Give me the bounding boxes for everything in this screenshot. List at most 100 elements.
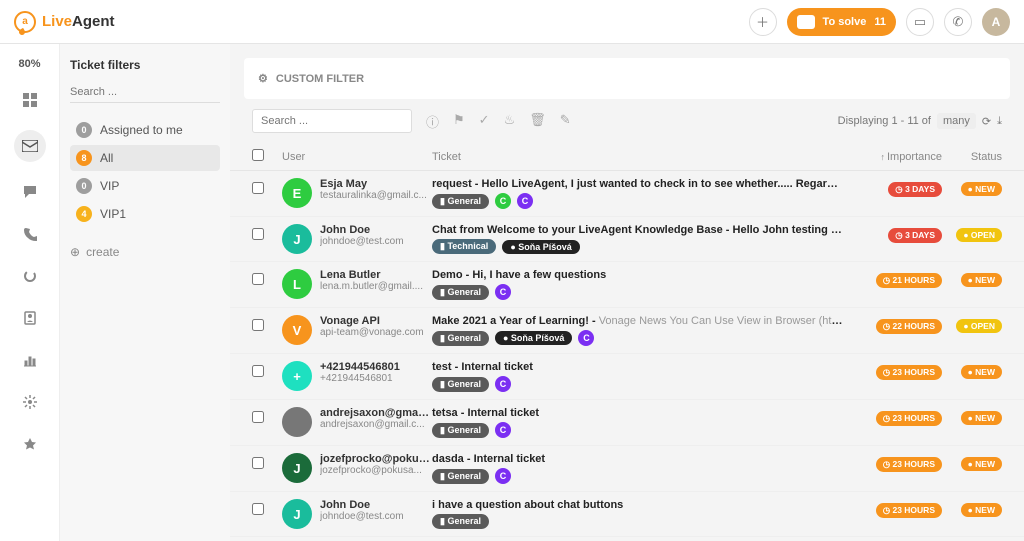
ticket-user-email: api-team@vonage.com xyxy=(320,327,432,338)
ticket-user-email: +421944546801 xyxy=(320,373,432,384)
ticket-subject: dasda - Internal ticket xyxy=(432,453,844,465)
filter-item[interactable]: 0Assigned to me xyxy=(70,117,220,143)
ticket-user-email: andrejsaxon@gmail.c... xyxy=(320,419,432,430)
status-pill: ● NEW xyxy=(961,182,1002,196)
wand-icon[interactable]: ✎ xyxy=(560,112,571,131)
logo[interactable]: a LiveAgent xyxy=(14,11,115,33)
row-checkbox[interactable] xyxy=(252,273,264,285)
row-checkbox[interactable] xyxy=(252,503,264,515)
row-checkbox[interactable] xyxy=(252,457,264,469)
ticket-filters-panel: Ticket filters 0Assigned to me8All0VIP4V… xyxy=(60,44,230,541)
mini-badge: C xyxy=(495,284,511,300)
call-button[interactable]: ✆ xyxy=(944,8,972,36)
settings-icon[interactable] xyxy=(18,390,42,414)
dept-tag: ▮ Technical xyxy=(432,239,496,254)
export-icon[interactable]: ⤓ xyxy=(997,115,1002,128)
ticket-row[interactable]: L Lena Butler lena.m.butler@gmail.... De… xyxy=(230,262,1024,308)
chats-icon[interactable] xyxy=(18,180,42,204)
importance-pill: ◷ 23 HOURS xyxy=(876,503,942,518)
create-filter[interactable]: ⊕ create xyxy=(70,245,220,259)
filters-search-input[interactable] xyxy=(70,82,220,103)
to-solve-count: 11 xyxy=(874,16,886,28)
to-solve-button[interactable]: To solve 11 xyxy=(787,8,896,36)
ticket-subject: Demo - Hi, I have a few questions xyxy=(432,269,844,281)
ticket-row[interactable]: J jozefprocko@pokusa... jozefprocko@poku… xyxy=(230,446,1024,492)
topbar: a LiveAgent ＋ To solve 11 ▭ ✆ A xyxy=(0,0,1024,44)
filter-label: All xyxy=(100,151,113,165)
ticket-avatar xyxy=(282,407,312,437)
filter-item[interactable]: 0 VIP xyxy=(70,173,220,199)
refresh-icon[interactable]: ⟳ xyxy=(982,115,991,128)
ticket-row[interactable]: J John Snow test.luongova@gmail.... Call… xyxy=(230,537,1024,541)
check-icon[interactable]: ✓ xyxy=(479,112,490,131)
filter-count-badge: 8 xyxy=(76,150,92,166)
status-pill: ● NEW xyxy=(961,503,1002,517)
dept-tag: ▮ General xyxy=(432,377,489,392)
select-all-checkbox[interactable] xyxy=(252,149,264,161)
ticket-user-name: John Doe xyxy=(320,224,432,236)
reports-icon[interactable] xyxy=(18,348,42,372)
status-pill: ● OPEN xyxy=(956,319,1002,333)
row-checkbox[interactable] xyxy=(252,411,264,423)
chat-button[interactable]: ▭ xyxy=(906,8,934,36)
flag-icon[interactable]: ⚑ xyxy=(453,112,465,131)
dept-tag: ▮ General xyxy=(432,285,489,300)
row-checkbox[interactable] xyxy=(252,182,264,194)
rail-percent: 80% xyxy=(18,58,40,70)
ticket-row[interactable]: J John Doe johndoe@test.com i have a que… xyxy=(230,492,1024,537)
displaying-total: many xyxy=(937,113,976,129)
filter-count-badge: 0 xyxy=(76,178,92,194)
col-user[interactable]: User xyxy=(282,151,432,163)
ticket-tags: ▮ GeneralC xyxy=(432,422,844,438)
importance-pill: ◷ 22 HOURS xyxy=(876,319,942,334)
brand-part2: Agent xyxy=(72,13,115,30)
ticket-subject: i have a question about chat buttons xyxy=(432,499,844,511)
ticket-user-email: johndoe@test.com xyxy=(320,236,432,247)
ticket-row[interactable]: andrejsaxon@gmail.c... andrejsaxon@gmail… xyxy=(230,400,1024,446)
ticket-tags: ▮ General● Soňa PíšováC xyxy=(432,330,844,346)
ticket-user-name: +421944546801 xyxy=(320,361,432,373)
col-importance[interactable]: ↑Importance xyxy=(852,151,942,163)
flame-icon[interactable]: ♨ xyxy=(504,112,516,131)
ticket-avatar: E xyxy=(282,178,312,208)
ticket-avatar: J xyxy=(282,224,312,254)
ticket-row[interactable]: V Vonage API api-team@vonage.com Make 20… xyxy=(230,308,1024,354)
filter-label: VIP xyxy=(100,179,119,193)
custom-filter-label: CUSTOM FILTER xyxy=(276,73,364,85)
ticket-subject: Chat from Welcome to your LiveAgent Know… xyxy=(432,224,844,236)
dept-tag: ▮ General xyxy=(432,194,489,209)
filter-item[interactable]: 4VIP1 xyxy=(70,201,220,227)
ticket-user-email: jozefprocko@pokusa... xyxy=(320,465,432,476)
dashboard-icon[interactable] xyxy=(18,88,42,112)
ticket-avatar: J xyxy=(282,453,312,483)
calls-icon[interactable] xyxy=(18,222,42,246)
ticket-row[interactable]: E Esja May testauralinka@gmail.c... requ… xyxy=(230,171,1024,217)
search-input[interactable] xyxy=(252,109,412,133)
table-header: User Ticket ↑Importance Status xyxy=(230,143,1024,171)
contacts-icon[interactable] xyxy=(18,306,42,330)
loading-icon[interactable] xyxy=(18,264,42,288)
status-pill: ● NEW xyxy=(961,411,1002,425)
row-checkbox[interactable] xyxy=(252,228,264,240)
row-checkbox[interactable] xyxy=(252,365,264,377)
tickets-icon[interactable] xyxy=(14,130,46,162)
custom-filter-bar[interactable]: ⚙ CUSTOM FILTER xyxy=(244,58,1010,99)
ticket-user-name: Lena Butler xyxy=(320,269,432,281)
ticket-user-name: Esja May xyxy=(320,178,432,190)
ticket-row[interactable]: J John Doe johndoe@test.com Chat from We… xyxy=(230,217,1024,262)
filter-item[interactable]: 8 All xyxy=(70,145,220,171)
row-checkbox[interactable] xyxy=(252,319,264,331)
star-icon[interactable] xyxy=(18,432,42,456)
importance-pill: ◷ 23 HOURS xyxy=(876,411,942,426)
trash-icon[interactable]: 🗑 xyxy=(529,112,546,131)
info-icon[interactable]: ⓘ xyxy=(426,112,439,131)
brand-part1: Live xyxy=(42,13,72,30)
user-avatar[interactable]: A xyxy=(982,8,1010,36)
mini-badge: C xyxy=(495,193,511,209)
ticket-row[interactable]: + +421944546801 +421944546801 test - Int… xyxy=(230,354,1024,400)
add-button[interactable]: ＋ xyxy=(749,8,777,36)
col-status[interactable]: Status xyxy=(942,151,1002,163)
top-right: ＋ To solve 11 ▭ ✆ A xyxy=(749,8,1010,36)
status-pill: ● NEW xyxy=(961,457,1002,471)
col-ticket[interactable]: Ticket xyxy=(432,151,852,163)
